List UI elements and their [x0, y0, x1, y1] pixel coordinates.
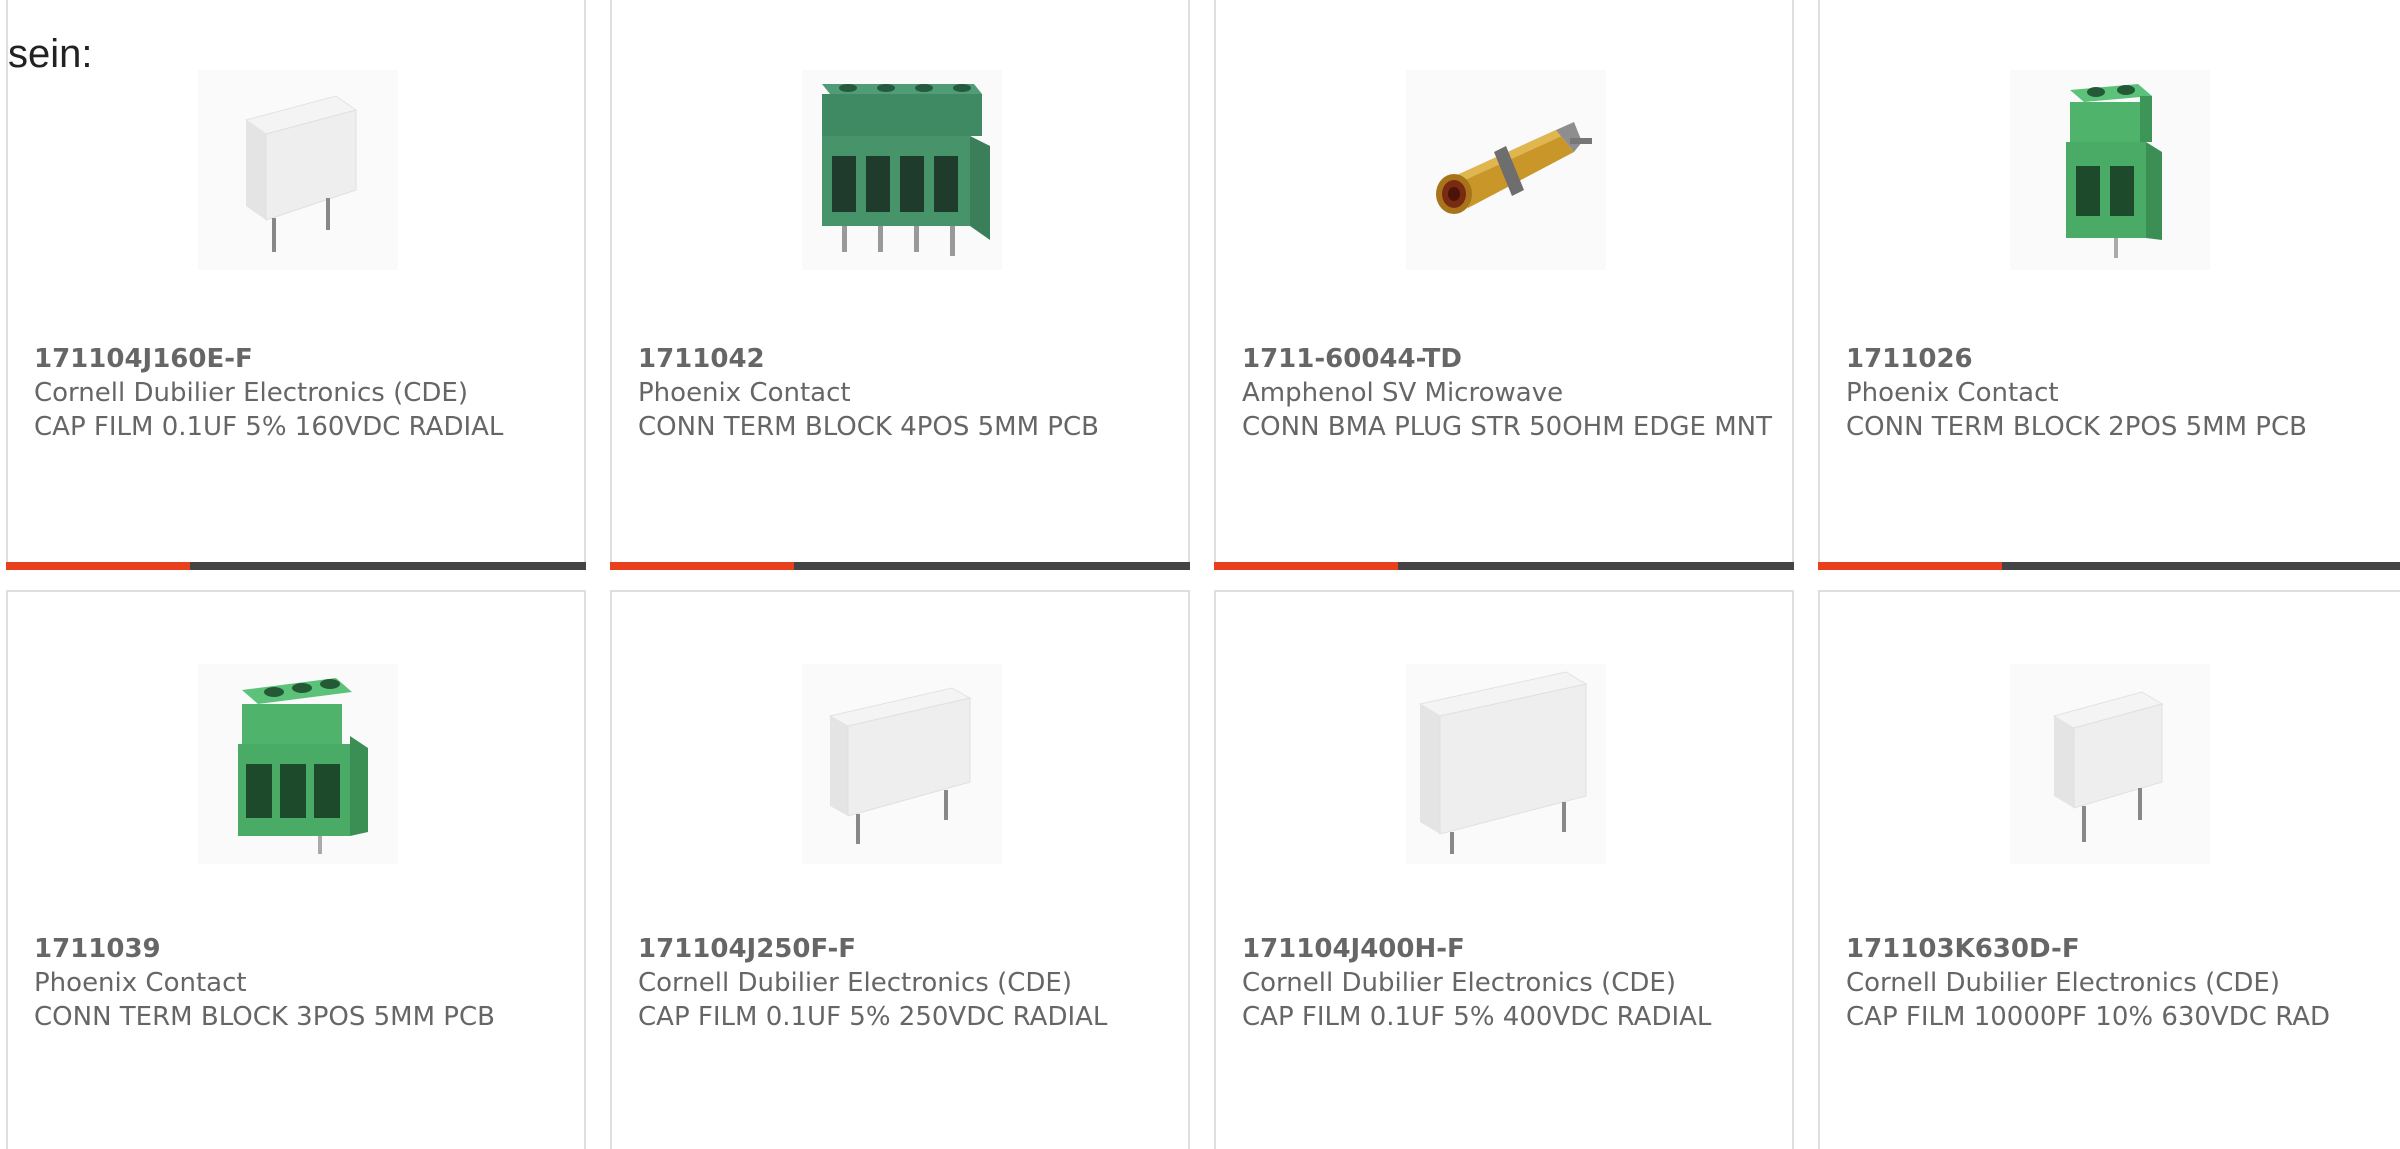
product-info: 1711026 Phoenix Contact CONN TERM BLOCK …: [1846, 342, 2390, 444]
product-info: 1711-60044-TD Amphenol SV Microwave CONN…: [1242, 342, 1782, 444]
part-number[interactable]: 171104J160E-F: [34, 342, 574, 376]
manufacturer: Phoenix Contact: [34, 968, 247, 998]
product-info: 171103K630D-F Cornell Dubilier Electroni…: [1846, 932, 2390, 1034]
description: CAP FILM 10000PF 10% 630VDC RAD: [1846, 1002, 2331, 1032]
manufacturer: Cornell Dubilier Electronics (CDE): [34, 378, 468, 408]
part-number[interactable]: 171104J400H-F: [1242, 932, 1782, 966]
product-card[interactable]: 171103K630D-F Cornell Dubilier Electroni…: [1818, 590, 2400, 1149]
part-number[interactable]: 1711039: [34, 932, 574, 966]
description: CAP FILM 0.1UF 5% 160VDC RADIAL: [34, 412, 504, 442]
description: CONN TERM BLOCK 3POS 5MM PCB: [34, 1002, 495, 1032]
film-capacitor-icon[interactable]: [802, 664, 1002, 864]
accent-segment: [6, 562, 190, 570]
description: CAP FILM 0.1UF 5% 400VDC RADIAL: [1242, 1002, 1712, 1032]
product-card[interactable]: 171104J250F-F Cornell Dubilier Electroni…: [610, 590, 1190, 1149]
description: CONN TERM BLOCK 2POS 5MM PCB: [1846, 412, 2307, 442]
part-number[interactable]: 171104J250F-F: [638, 932, 1178, 966]
intro-text: sein:: [8, 32, 93, 76]
film-capacitor-icon[interactable]: [198, 70, 398, 270]
card-accent-bar: [1818, 562, 2400, 570]
description: CAP FILM 0.1UF 5% 250VDC RADIAL: [638, 1002, 1108, 1032]
product-info: 1711039 Phoenix Contact CONN TERM BLOCK …: [34, 932, 574, 1034]
part-number[interactable]: 1711042: [638, 342, 1178, 376]
terminal-block-2pos-icon[interactable]: [2010, 70, 2210, 270]
accent-segment: [1818, 562, 2002, 570]
description: CONN BMA PLUG STR 50OHM EDGE MNT: [1242, 412, 1772, 442]
film-capacitor-icon[interactable]: [2010, 664, 2210, 864]
product-card[interactable]: 171104J400H-F Cornell Dubilier Electroni…: [1214, 590, 1794, 1149]
manufacturer: Phoenix Contact: [1846, 378, 2059, 408]
card-accent-bar: [610, 562, 1190, 570]
part-number[interactable]: 1711026: [1846, 342, 2390, 376]
film-capacitor-icon[interactable]: [1406, 664, 1606, 864]
bma-plug-icon[interactable]: [1406, 70, 1606, 270]
product-info: 1711042 Phoenix Contact CONN TERM BLOCK …: [638, 342, 1178, 444]
terminal-block-4pos-icon[interactable]: [802, 70, 1002, 270]
card-accent-bar: [6, 562, 586, 570]
product-info: 171104J160E-F Cornell Dubilier Electroni…: [34, 342, 574, 444]
part-number[interactable]: 171103K630D-F: [1846, 932, 2390, 966]
manufacturer: Cornell Dubilier Electronics (CDE): [1242, 968, 1676, 998]
product-card[interactable]: 1711026 Phoenix Contact CONN TERM BLOCK …: [1818, 0, 2400, 570]
accent-segment: [1214, 562, 1398, 570]
product-card[interactable]: 1711042 Phoenix Contact CONN TERM BLOCK …: [610, 0, 1190, 570]
product-card[interactable]: 1711-60044-TD Amphenol SV Microwave CONN…: [1214, 0, 1794, 570]
manufacturer: Amphenol SV Microwave: [1242, 378, 1564, 408]
manufacturer: Cornell Dubilier Electronics (CDE): [638, 968, 1072, 998]
card-accent-bar: [1214, 562, 1794, 570]
product-card[interactable]: 171104J160E-F Cornell Dubilier Electroni…: [6, 0, 586, 570]
terminal-block-3pos-icon[interactable]: [198, 664, 398, 864]
manufacturer: Phoenix Contact: [638, 378, 851, 408]
manufacturer: Cornell Dubilier Electronics (CDE): [1846, 968, 2280, 998]
product-info: 171104J400H-F Cornell Dubilier Electroni…: [1242, 932, 1782, 1034]
part-number[interactable]: 1711-60044-TD: [1242, 342, 1782, 376]
product-info: 171104J250F-F Cornell Dubilier Electroni…: [638, 932, 1178, 1034]
accent-segment: [610, 562, 794, 570]
description: CONN TERM BLOCK 4POS 5MM PCB: [638, 412, 1099, 442]
product-card[interactable]: 1711039 Phoenix Contact CONN TERM BLOCK …: [6, 590, 586, 1149]
product-grid: 171104J160E-F Cornell Dubilier Electroni…: [0, 0, 2400, 1149]
